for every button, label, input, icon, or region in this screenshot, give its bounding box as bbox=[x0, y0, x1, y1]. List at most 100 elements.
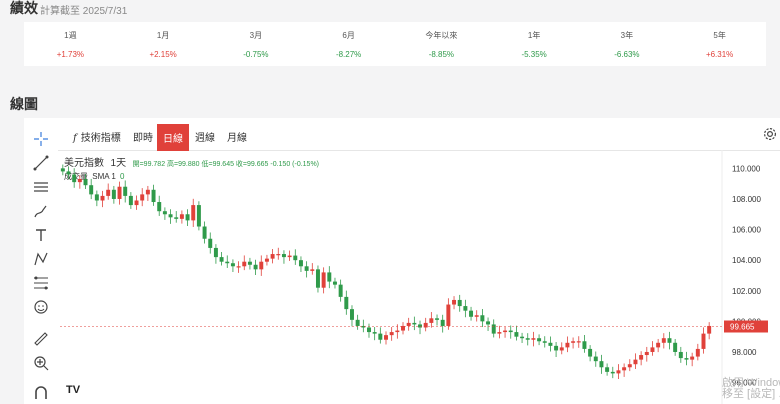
performance-period: 3年 -6.63% bbox=[581, 22, 674, 66]
candle-body bbox=[707, 325, 712, 334]
candle-body bbox=[588, 348, 593, 357]
performance-period: 1週 +1.73% bbox=[24, 22, 117, 66]
candle-body bbox=[213, 247, 218, 258]
candle-body bbox=[276, 254, 281, 256]
candle-body bbox=[236, 266, 241, 268]
performance-period: 1年 -5.35% bbox=[488, 22, 581, 66]
candle-body bbox=[690, 356, 695, 360]
candle-body bbox=[179, 214, 184, 219]
candle-body bbox=[605, 367, 610, 372]
candle-body bbox=[327, 272, 332, 282]
candle-body bbox=[287, 255, 292, 258]
period-label: 3年 bbox=[620, 31, 634, 40]
chart-panel: f 技術指標 即時 日線 週線 月線 美元指數 1天 開=99.782 高=99.… bbox=[24, 118, 780, 404]
candle-body bbox=[508, 330, 513, 333]
candle-body bbox=[678, 351, 683, 359]
candle-body bbox=[202, 226, 207, 239]
candle-body bbox=[503, 330, 508, 333]
candle-body bbox=[582, 341, 587, 349]
period-return: +1.73% bbox=[56, 50, 85, 59]
candle-body bbox=[270, 254, 275, 259]
period-return: -6.63% bbox=[614, 50, 640, 59]
candle-body bbox=[593, 356, 598, 362]
candle-body bbox=[412, 322, 417, 325]
candle-body bbox=[469, 310, 474, 317]
period-label: 1週 bbox=[64, 31, 77, 40]
y-tick-label: 98.000 bbox=[732, 348, 757, 357]
candle-body bbox=[695, 348, 700, 357]
candle-body bbox=[661, 338, 666, 343]
candle-body bbox=[185, 214, 190, 221]
candle-body bbox=[684, 358, 689, 360]
candle-body bbox=[559, 347, 564, 351]
period-label: 1年 bbox=[527, 31, 541, 40]
period-label: 1月 bbox=[156, 31, 170, 40]
candle-body bbox=[293, 255, 298, 261]
candle-body bbox=[304, 266, 309, 271]
performance-period: 5年 +6.31% bbox=[673, 22, 766, 66]
period-label: 3月 bbox=[249, 31, 263, 40]
candle-body bbox=[242, 261, 247, 267]
candlestick-chart[interactable]: 110.000108.000106.000104.000102.000100.0… bbox=[24, 118, 780, 404]
candle-body bbox=[100, 195, 105, 201]
candle-body bbox=[554, 345, 559, 351]
period-label: 今年以來 bbox=[425, 31, 458, 40]
candle-body bbox=[446, 304, 451, 326]
candle-body bbox=[219, 257, 224, 262]
period-return: -0.75% bbox=[243, 50, 269, 59]
candle-body bbox=[542, 341, 547, 343]
candle-body bbox=[106, 189, 111, 196]
candle-body bbox=[321, 272, 326, 288]
candle-body bbox=[123, 186, 128, 196]
candle-body bbox=[440, 319, 445, 326]
candle-body bbox=[622, 367, 627, 371]
candle-body bbox=[644, 351, 649, 356]
candle-body bbox=[486, 321, 491, 325]
candle-body bbox=[298, 260, 303, 267]
candle-body bbox=[151, 189, 156, 203]
candle-body bbox=[259, 261, 264, 270]
candle-body bbox=[89, 185, 94, 195]
performance-title: 績效 bbox=[10, 0, 38, 16]
candle-body bbox=[157, 202, 162, 212]
candle-body bbox=[168, 214, 173, 218]
candle-body bbox=[474, 315, 479, 317]
candle-body bbox=[633, 359, 638, 365]
activation-watermark: 啟用 Windows 移至 [設定] 以啟用 bbox=[722, 377, 780, 400]
performance-period: 6月 -8.27% bbox=[302, 22, 395, 66]
candle-body bbox=[134, 200, 139, 206]
candle-body bbox=[418, 324, 423, 328]
candle-body bbox=[571, 341, 576, 343]
candle-body bbox=[701, 333, 706, 349]
candle-body bbox=[128, 195, 133, 206]
candle-body bbox=[599, 361, 604, 368]
candle-body bbox=[162, 211, 167, 215]
candle-body bbox=[247, 261, 252, 265]
candle-body bbox=[117, 186, 122, 199]
candle-body bbox=[230, 263, 235, 267]
candle-body bbox=[667, 338, 672, 343]
candle-body bbox=[452, 299, 457, 305]
candle-body bbox=[531, 338, 536, 340]
candle-body bbox=[627, 364, 632, 368]
performance-period: 1月 +2.15% bbox=[117, 22, 210, 66]
period-return: -8.85% bbox=[428, 50, 455, 59]
candle-body bbox=[378, 333, 383, 340]
candle-body bbox=[66, 171, 71, 175]
candle-body bbox=[338, 284, 343, 297]
candle-body bbox=[463, 306, 468, 311]
candle-body bbox=[610, 371, 615, 374]
candle-body bbox=[72, 174, 77, 183]
candle-body bbox=[395, 330, 400, 333]
candle-body bbox=[389, 332, 394, 336]
candle-body bbox=[537, 338, 542, 342]
chart-section-title: 線圖 bbox=[10, 96, 38, 112]
candle-body bbox=[332, 281, 337, 285]
candle-body bbox=[83, 179, 88, 186]
y-tick-label: 108.000 bbox=[732, 195, 761, 204]
candle-body bbox=[429, 318, 434, 323]
candle-body bbox=[94, 194, 99, 201]
candle-body bbox=[639, 355, 644, 360]
performance-date-note: 計算截至 2025/7/31 bbox=[40, 6, 128, 17]
candle-body bbox=[520, 336, 525, 339]
